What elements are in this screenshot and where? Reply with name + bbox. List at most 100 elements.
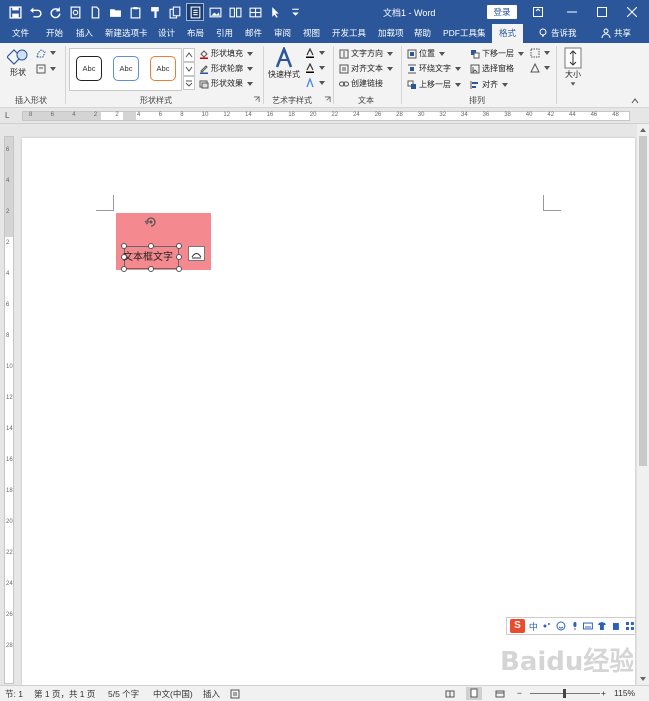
- tab-file[interactable]: 文件: [12, 27, 29, 39]
- save-button[interactable]: [6, 3, 24, 21]
- tab-review[interactable]: 审阅: [274, 27, 291, 39]
- textbox-text[interactable]: 文本框文字: [123, 248, 173, 263]
- tab-view[interactable]: 视图: [303, 27, 320, 39]
- tab-stop-selector[interactable]: L: [5, 111, 9, 120]
- columns-button[interactable]: [226, 3, 244, 21]
- tab-addins[interactable]: 加载项: [378, 27, 404, 39]
- shape-fill-button[interactable]: 形状填充: [199, 48, 255, 59]
- skin-icon[interactable]: [597, 621, 607, 631]
- text-outline-button[interactable]: [305, 63, 327, 73]
- status-language[interactable]: 中文(中国): [153, 688, 193, 700]
- align-objects-button[interactable]: 对齐: [470, 79, 510, 90]
- minimize-button[interactable]: [557, 0, 587, 24]
- keyboard-icon[interactable]: [583, 621, 594, 631]
- status-section[interactable]: 节: 1: [5, 688, 23, 700]
- resize-handle-right[interactable]: [176, 254, 182, 260]
- resize-handle-left[interactable]: [121, 254, 127, 260]
- scrollbar-thumb[interactable]: [639, 136, 647, 466]
- resize-handle-bottom-left[interactable]: [121, 266, 127, 272]
- draw-textbox-button[interactable]: [36, 64, 58, 74]
- format-painter-button[interactable]: [146, 3, 164, 21]
- macro-record-icon[interactable]: [230, 689, 240, 699]
- send-backward-button[interactable]: 下移一层: [470, 48, 526, 59]
- table-button[interactable]: [246, 3, 264, 21]
- tab-developer[interactable]: 开发工具: [332, 27, 366, 39]
- size-button[interactable]: 大小: [563, 47, 583, 88]
- resize-handle-top-left[interactable]: [121, 243, 127, 249]
- paste-button[interactable]: [126, 3, 144, 21]
- tab-pdf[interactable]: PDF工具集: [443, 27, 486, 39]
- punctuation-icon[interactable]: [542, 621, 552, 631]
- resize-handle-bottom-right[interactable]: [176, 266, 182, 272]
- tab-home[interactable]: 开始: [46, 27, 63, 39]
- textbox-shape[interactable]: 文本框文字: [116, 213, 211, 272]
- tab-layout[interactable]: 布局: [187, 27, 204, 39]
- dialog-launcher-icon[interactable]: [253, 96, 260, 103]
- shape-style-blue[interactable]: Abc: [113, 56, 139, 81]
- vertical-ruler[interactable]: 6 4 2 2 4 6 8 10 12 14 16 18 20 22 24 26 28: [0, 124, 16, 685]
- cursor-button[interactable]: [266, 3, 284, 21]
- tab-mailings[interactable]: 邮件: [245, 27, 262, 39]
- resize-handle-top-right[interactable]: [176, 243, 182, 249]
- shapes-button[interactable]: 形状: [7, 47, 29, 78]
- menu-grid-icon[interactable]: [625, 621, 635, 631]
- print-preview-button[interactable]: [66, 3, 84, 21]
- zoom-slider-knob[interactable]: [563, 689, 566, 698]
- gallery-up-button[interactable]: [183, 48, 195, 62]
- scroll-up-icon[interactable]: [640, 127, 646, 133]
- copy-button[interactable]: [166, 3, 184, 21]
- scroll-down-icon[interactable]: [640, 676, 646, 682]
- rotate-button[interactable]: [530, 63, 552, 73]
- gallery-down-button[interactable]: [183, 62, 195, 76]
- edit-shape-button[interactable]: [36, 48, 58, 58]
- status-insert-mode[interactable]: 插入: [203, 688, 220, 700]
- position-button[interactable]: 位置: [407, 48, 447, 59]
- zoom-out-button[interactable]: −: [517, 688, 522, 698]
- tab-help[interactable]: 帮助: [414, 27, 431, 39]
- document-area[interactable]: 文本框文字: [16, 124, 637, 685]
- text-fill-button[interactable]: [305, 48, 327, 58]
- tab-new[interactable]: 新建选项卡: [105, 27, 148, 39]
- gallery-more-button[interactable]: [183, 76, 195, 90]
- selection-pane-button[interactable]: 选择窗格: [470, 63, 514, 74]
- sogou-logo[interactable]: S: [510, 619, 525, 633]
- text-direction-button[interactable]: 文字方向: [339, 48, 395, 59]
- shape-style-dark[interactable]: Abc: [76, 56, 102, 81]
- login-button[interactable]: 登录: [487, 5, 517, 19]
- layout-options-button[interactable]: [188, 246, 205, 261]
- tab-format[interactable]: 格式: [492, 24, 524, 43]
- emoji-icon[interactable]: [556, 621, 566, 631]
- customize-qat-button[interactable]: [286, 3, 304, 21]
- horizontal-ruler[interactable]: L 8 6 4 2 2 4 6 8 10 12 14 16 18 20 22 24 26 28 30 32 34 36 38…: [0, 108, 649, 124]
- new-doc-button[interactable]: [86, 3, 104, 21]
- dialog-launcher-icon[interactable]: [324, 96, 331, 103]
- text-effects-button[interactable]: [305, 78, 327, 88]
- print-layout-button[interactable]: [466, 687, 482, 700]
- open-button[interactable]: [106, 3, 124, 21]
- wrap-text-button[interactable]: 环绕文字: [407, 63, 463, 74]
- shape-style-orange[interactable]: Abc: [150, 56, 176, 81]
- zoom-in-button[interactable]: +: [601, 688, 606, 698]
- undo-button[interactable]: [26, 3, 44, 21]
- close-button[interactable]: [617, 0, 647, 24]
- shape-effects-button[interactable]: 形状效果: [199, 78, 255, 89]
- status-page[interactable]: 第 1 页，共 1 页: [34, 688, 95, 700]
- quick-styles-button[interactable]: 快速样式: [268, 47, 300, 80]
- share-button[interactable]: 共享: [601, 27, 631, 39]
- resize-handle-bottom[interactable]: [148, 266, 154, 272]
- tab-design[interactable]: 设计: [158, 27, 175, 39]
- picture-button[interactable]: [206, 3, 224, 21]
- tab-insert[interactable]: 插入: [76, 27, 93, 39]
- shape-outline-button[interactable]: 形状轮廓: [199, 63, 255, 74]
- tell-me-search[interactable]: 告诉我: [538, 27, 577, 39]
- collapse-ribbon-icon[interactable]: [631, 97, 639, 105]
- align-text-button[interactable]: 对齐文本: [339, 63, 395, 74]
- resize-handle-top[interactable]: [148, 243, 154, 249]
- ribbon-display-button[interactable]: [523, 0, 553, 24]
- document-page[interactable]: 文本框文字: [22, 138, 635, 685]
- zoom-level[interactable]: 115%: [614, 688, 635, 698]
- shirt-icon[interactable]: [611, 621, 621, 631]
- bring-forward-button[interactable]: 上移一层: [407, 79, 463, 90]
- read-mode-icon[interactable]: [445, 689, 455, 699]
- maximize-button[interactable]: [587, 0, 617, 24]
